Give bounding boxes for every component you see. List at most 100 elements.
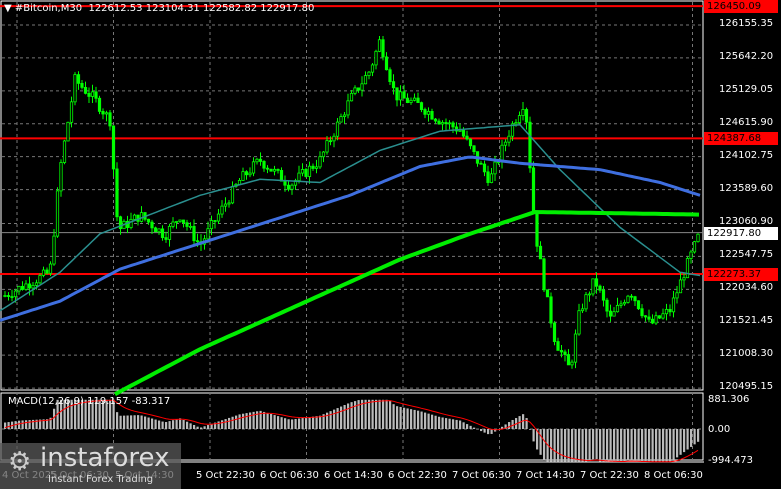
candle bbox=[678, 279, 683, 294]
candle bbox=[220, 205, 224, 215]
chart-header: ▼ #Bitcoin,M30 122612.53 123104.31 12258… bbox=[4, 3, 314, 14]
macd-tick: 881.306 bbox=[708, 394, 750, 405]
macd-bar bbox=[249, 412, 252, 429]
macd-bar bbox=[340, 406, 343, 429]
macd-bar bbox=[560, 429, 563, 462]
macd-bar bbox=[301, 418, 304, 429]
candle bbox=[388, 69, 392, 83]
macd-bar bbox=[375, 399, 378, 429]
candle bbox=[251, 161, 256, 174]
candle bbox=[486, 171, 490, 183]
candle bbox=[664, 308, 669, 315]
candle bbox=[556, 341, 560, 351]
price-tick: 124615.90 bbox=[719, 116, 774, 128]
level-price-tag: 124387.68 bbox=[704, 132, 778, 146]
macd-bar bbox=[287, 419, 290, 429]
macd-bar bbox=[228, 417, 231, 429]
macd-bar bbox=[7, 422, 10, 429]
candle bbox=[195, 240, 200, 243]
candle bbox=[255, 158, 259, 163]
price-tick: 125129.05 bbox=[719, 83, 774, 95]
macd-bar bbox=[662, 429, 665, 462]
candle bbox=[657, 315, 662, 319]
candle bbox=[206, 228, 210, 240]
macd-bar bbox=[231, 416, 234, 429]
candle bbox=[374, 50, 378, 66]
candle bbox=[423, 109, 427, 115]
macd-bar bbox=[578, 429, 581, 462]
candle bbox=[598, 285, 602, 291]
time-tick: 7 Oct 06:30 bbox=[452, 470, 511, 481]
price-chart[interactable] bbox=[0, 0, 781, 489]
macd-bar bbox=[18, 420, 21, 429]
candle bbox=[437, 120, 441, 125]
candle bbox=[223, 203, 228, 207]
macd-bar bbox=[273, 415, 276, 429]
candle bbox=[248, 172, 252, 176]
macd-bar bbox=[511, 419, 514, 429]
macd-bar bbox=[487, 429, 490, 435]
candle bbox=[377, 39, 382, 52]
candle bbox=[517, 115, 522, 123]
macd-bar bbox=[343, 405, 346, 429]
candle bbox=[41, 269, 46, 276]
macd-bar bbox=[469, 425, 472, 429]
macd-bar bbox=[196, 426, 199, 429]
candle bbox=[262, 161, 266, 169]
candle bbox=[549, 296, 553, 324]
macd-bar bbox=[417, 410, 420, 429]
macd-bar bbox=[473, 427, 476, 429]
macd-bar bbox=[385, 399, 388, 429]
macd-bar bbox=[553, 429, 556, 462]
macd-bar bbox=[672, 429, 675, 460]
candle bbox=[87, 92, 91, 97]
macd-bar bbox=[434, 415, 437, 429]
collapse-arrow-icon[interactable]: ▼ bbox=[4, 3, 12, 14]
candle bbox=[692, 241, 697, 253]
macd-bar bbox=[462, 422, 465, 429]
macd-bar bbox=[123, 415, 126, 429]
candle bbox=[216, 213, 221, 222]
candle bbox=[629, 295, 634, 298]
candle bbox=[440, 122, 445, 125]
candle bbox=[370, 64, 375, 73]
macd-bar bbox=[623, 429, 626, 462]
candle bbox=[181, 219, 186, 224]
candle bbox=[622, 302, 627, 305]
candle bbox=[227, 202, 231, 205]
candle bbox=[325, 140, 329, 153]
watermark-tagline: Instant Forex Trading bbox=[48, 474, 154, 485]
macd-bar bbox=[242, 413, 245, 429]
candle bbox=[328, 140, 333, 143]
macd-bar bbox=[399, 406, 402, 429]
candle bbox=[398, 91, 403, 101]
macd-bar bbox=[630, 429, 633, 461]
candle bbox=[94, 91, 98, 99]
candle bbox=[353, 87, 357, 94]
candle bbox=[580, 308, 585, 312]
watermark-logo-icon: ⚙ bbox=[8, 447, 32, 477]
macd-bar bbox=[175, 419, 178, 429]
time-tick: 7 Oct 14:30 bbox=[516, 470, 575, 481]
macd-bar bbox=[378, 399, 381, 429]
candle bbox=[76, 74, 81, 84]
macd-bar bbox=[651, 429, 654, 462]
macd-bar bbox=[655, 429, 658, 462]
candle bbox=[356, 87, 361, 91]
candle bbox=[66, 121, 70, 142]
candle bbox=[444, 122, 448, 125]
candle bbox=[73, 74, 77, 103]
candle bbox=[104, 112, 109, 115]
macd-bar bbox=[28, 420, 31, 429]
candle bbox=[409, 99, 413, 103]
macd-bar bbox=[455, 419, 458, 429]
macd-label: MACD(12,26,9) 119.157 -83.317 bbox=[8, 396, 171, 407]
macd-bar bbox=[406, 408, 409, 429]
candle bbox=[297, 172, 301, 181]
macd-bar bbox=[126, 415, 129, 429]
time-tick: 5 Oct 22:30 bbox=[196, 470, 255, 481]
candle bbox=[479, 162, 483, 165]
candle bbox=[689, 251, 693, 259]
macd-bar bbox=[224, 419, 227, 429]
macd-bar bbox=[532, 429, 535, 442]
